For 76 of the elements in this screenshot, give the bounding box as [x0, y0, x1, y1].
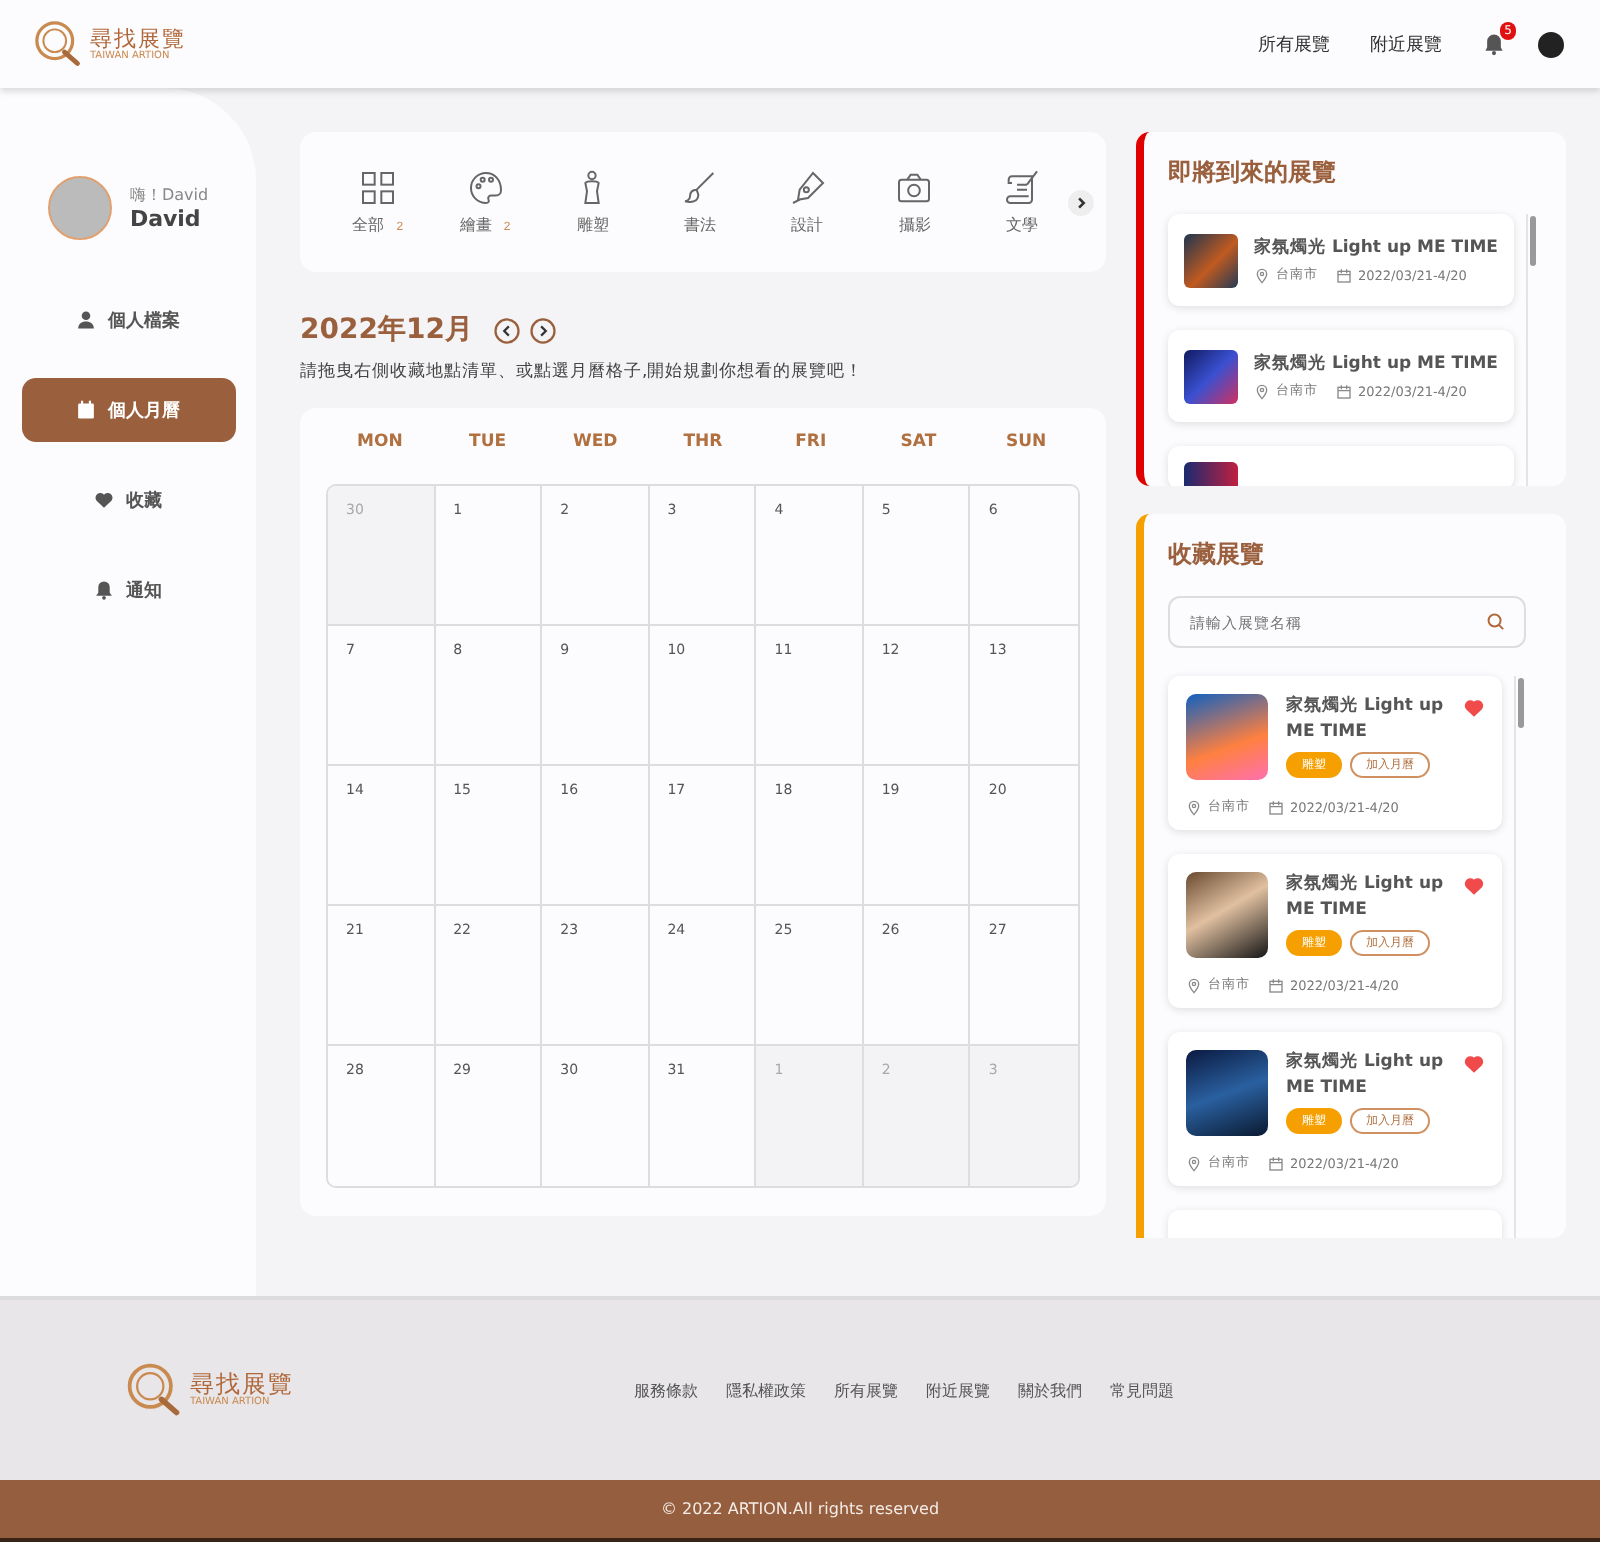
weekday-label: TUE	[467, 432, 509, 452]
calendar-icon	[1268, 799, 1284, 815]
footer-link[interactable]: 關於我們	[1018, 1379, 1082, 1401]
weekday-label: WED	[571, 432, 620, 452]
sidebar-item[interactable]: 收藏	[21, 468, 235, 532]
exhibition-title: 家氛燭光 Light up ME TIME	[1286, 694, 1446, 745]
location-pin-icon	[1254, 267, 1270, 283]
category-tab[interactable]: 攝影	[861, 168, 969, 236]
scrollbar[interactable]	[1526, 214, 1538, 486]
heart-icon[interactable]	[1464, 1054, 1484, 1074]
sidebar-item[interactable]: 通知	[21, 558, 235, 622]
category-tab[interactable]: 文學	[968, 168, 1077, 236]
location-pin-icon	[1254, 383, 1270, 399]
logo-icon	[32, 18, 84, 70]
heart-icon	[94, 490, 114, 510]
palette-icon	[465, 168, 506, 208]
exhibition-title: 家氛燭光 Light up ME TIME	[1286, 872, 1446, 923]
footer-link[interactable]: 常見問題	[1110, 1379, 1174, 1401]
weekday-label: MON	[355, 432, 405, 452]
nav-link[interactable]: 附近展覽	[1370, 31, 1442, 57]
copyright-text: © 2022 ARTION.All rights reserved	[660, 1500, 940, 1518]
heart-icon[interactable]	[1464, 876, 1484, 896]
sidebar-item[interactable]: 個人檔案	[21, 288, 235, 352]
weekday-label: THR	[681, 432, 725, 452]
location-pin-icon	[1186, 799, 1202, 815]
category-tab[interactable]: 雕塑	[538, 168, 647, 236]
footer-link[interactable]: 服務條款	[634, 1379, 698, 1401]
location-pin-icon	[1186, 977, 1202, 993]
photo-placeholder	[1186, 694, 1268, 780]
scroll-icon	[1002, 168, 1043, 208]
user-name: David	[129, 206, 203, 232]
camera-icon	[894, 168, 935, 208]
weekday-label: FRI	[793, 432, 829, 452]
weekday-label: SUN	[1004, 432, 1049, 452]
calendar-icon	[1268, 1155, 1284, 1171]
exhibition-title: 家氛燭光 Light up ME TIME	[1254, 236, 1498, 260]
sidebar-item[interactable]: 個人月曆	[21, 378, 235, 442]
category-tab[interactable]: 設計	[753, 168, 862, 236]
photo-placeholder	[1184, 349, 1238, 403]
grid-icon	[357, 168, 398, 208]
search-icon	[1486, 612, 1506, 632]
heart-icon[interactable]	[1464, 698, 1484, 718]
footer-link[interactable]: 所有展覽	[834, 1379, 898, 1401]
next-month-icon[interactable]	[530, 317, 557, 343]
category-tab[interactable]: 書法	[646, 168, 754, 236]
logo-title: 尋找展覽	[90, 27, 186, 49]
panel-title: 即將到來的展覽	[1168, 156, 1338, 190]
exhibition-card[interactable]	[1168, 446, 1514, 486]
calendar-icon	[76, 400, 96, 420]
weekday-label: SAT	[898, 432, 939, 452]
location-pin-icon	[1186, 1155, 1202, 1171]
calendar-hint: 請拖曳右側收藏地點清單、或點選月曆格子,開始規劃你想看的展覽吧！	[300, 360, 866, 384]
exhibition-title: 家氛燭光 Light up ME TIME	[1254, 352, 1498, 376]
panel-title: 收藏展覽	[1168, 538, 1266, 572]
photo-placeholder	[1184, 233, 1238, 287]
scrollbar[interactable]	[1514, 676, 1526, 1238]
avatar[interactable]	[1538, 31, 1564, 57]
nav-link[interactable]: 所有展覽	[1258, 31, 1330, 57]
pen-icon	[787, 168, 828, 208]
month-title: 2022年12月	[300, 312, 473, 348]
bell-icon[interactable]	[1482, 32, 1506, 56]
logo-title: 尋找展覽	[190, 1372, 294, 1396]
footer-link[interactable]: 附近展覽	[926, 1379, 990, 1401]
calendar-icon	[1336, 267, 1352, 283]
bell-icon	[94, 580, 114, 600]
photo-placeholder	[1186, 872, 1268, 958]
photo-placeholder	[1186, 1050, 1268, 1136]
greeting: 嗨！David	[129, 184, 209, 206]
user-icon	[76, 310, 96, 330]
footer-link[interactable]: 隱私權政策	[726, 1379, 806, 1401]
previous-month-icon[interactable]	[494, 317, 521, 343]
exhibition-title: 家氛燭光 Light up ME TIME	[1286, 1050, 1446, 1101]
calendar-icon	[1268, 977, 1284, 993]
calendar-icon	[1336, 383, 1352, 399]
avatar	[47, 176, 112, 240]
logo-icon	[124, 1360, 184, 1420]
